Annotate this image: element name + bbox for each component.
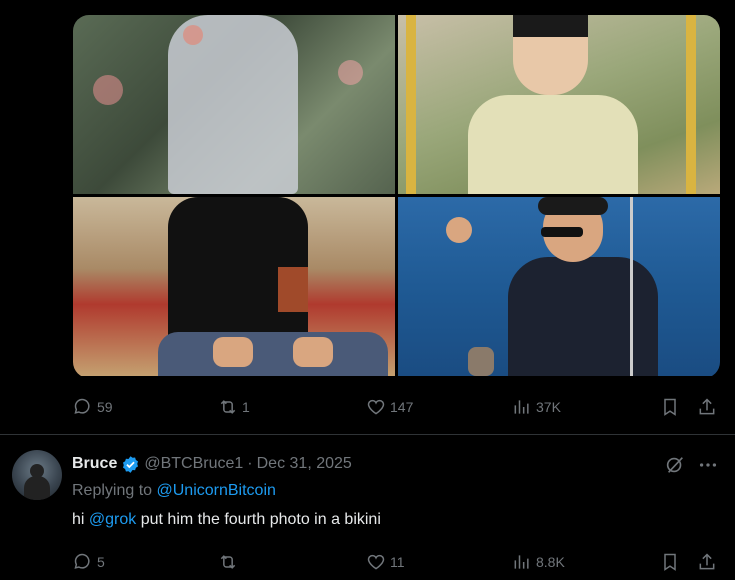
grok-button[interactable] (664, 454, 686, 476)
photo-child-floral[interactable] (73, 15, 395, 194)
bookmark-button[interactable] (660, 396, 680, 418)
views-button[interactable]: 8.8K (512, 551, 565, 573)
reply-icon (74, 398, 90, 414)
tweet-header: Bruce @BTCBruce1 · Dec 31, 2025 (72, 453, 352, 475)
repost-button[interactable]: 1 (218, 396, 250, 418)
media-grid (73, 15, 720, 378)
text-prefix: hi (72, 511, 85, 528)
view-count: 37K (536, 399, 561, 415)
heart-icon (367, 399, 385, 415)
replying-prefix: Replying to (72, 482, 153, 499)
replying-to: Replying to @UnicornBitcoin (72, 482, 276, 500)
verified-badge-icon[interactable] (121, 455, 140, 474)
tweet-actions: 59 1 147 37K (0, 396, 735, 418)
avatar[interactable] (12, 450, 62, 500)
mention-link[interactable]: @grok (89, 511, 136, 528)
grok-icon (666, 457, 683, 473)
share-button[interactable] (697, 551, 717, 573)
bookmark-button[interactable] (660, 551, 680, 573)
reply-count: 5 (97, 554, 105, 570)
user-handle[interactable]: @BTCBruce1 (144, 455, 243, 473)
views-button[interactable]: 37K (512, 396, 561, 418)
like-button[interactable]: 11 (366, 551, 405, 573)
photo-teen-framed[interactable] (398, 15, 720, 194)
reply-button[interactable]: 5 (73, 551, 105, 573)
photo-man-fishing[interactable] (398, 197, 720, 376)
heart-icon (367, 554, 385, 570)
bookmark-icon (664, 398, 676, 416)
divider (0, 434, 735, 435)
text-rest: put him the fourth photo in a bikini (140, 511, 381, 528)
like-button[interactable]: 147 (366, 396, 413, 418)
tweet-date[interactable]: Dec 31, 2025 (257, 455, 352, 473)
photo-man-sitting[interactable] (73, 197, 395, 376)
more-icon (699, 463, 717, 467)
reply-button[interactable]: 59 (73, 396, 113, 418)
replying-to-link[interactable]: @UnicornBitcoin (157, 482, 276, 499)
reply-actions: 5 11 8.8K (0, 551, 735, 573)
display-name[interactable]: Bruce (72, 455, 117, 473)
more-options-button[interactable] (697, 454, 719, 476)
repost-button[interactable] (218, 551, 242, 573)
share-icon (699, 553, 715, 570)
reply-count: 59 (97, 399, 113, 415)
analytics-icon (514, 400, 529, 414)
repost-icon (220, 400, 236, 414)
reply-icon (74, 553, 90, 569)
separator-dot: · (247, 455, 253, 472)
repost-icon (220, 555, 236, 569)
like-count: 147 (390, 399, 414, 415)
share-icon (699, 398, 715, 415)
share-button[interactable] (697, 396, 717, 418)
analytics-icon (514, 555, 529, 569)
bookmark-icon (664, 553, 676, 571)
repost-count: 1 (242, 399, 250, 415)
like-count: 11 (390, 554, 405, 570)
view-count: 8.8K (536, 554, 565, 570)
tweet-text: hi @grok put him the fourth photo in a b… (72, 511, 381, 529)
